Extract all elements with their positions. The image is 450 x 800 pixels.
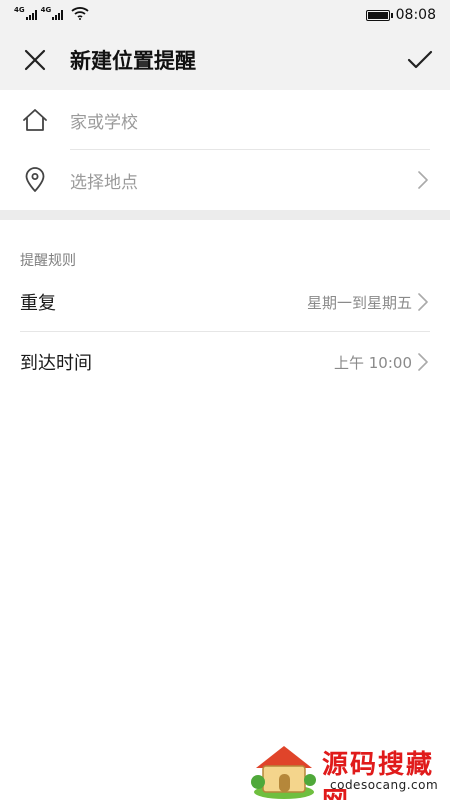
signal-1: 4G	[14, 6, 37, 20]
network-type-2: 4G	[40, 6, 52, 14]
signal-bars-icon	[52, 10, 64, 20]
watermark: 源码搜藏网 codesocang.com	[248, 738, 448, 800]
rules-section: 提醒规则 重复 星期一到星期五 到达时间 上午 10:00	[0, 220, 450, 392]
chevron-right-icon	[418, 171, 428, 189]
chevron-right-icon	[418, 293, 428, 311]
arrival-time-value: 上午 10:00	[334, 353, 412, 372]
repeat-value: 星期一到星期五	[306, 293, 412, 312]
home-icon	[0, 108, 70, 132]
rules-section-title: 提醒规则	[20, 253, 76, 269]
choose-place-row[interactable]: 选择地点	[0, 150, 450, 210]
status-bar: 4G 4G 08:08	[0, 0, 450, 30]
repeat-row[interactable]: 重复 星期一到星期五	[0, 272, 450, 332]
clock: 08:08	[395, 7, 436, 23]
battery-icon	[365, 9, 393, 21]
signal-bars-icon	[25, 10, 37, 20]
battery-level	[367, 11, 388, 19]
page-title: 新建位置提醒	[70, 49, 196, 73]
location-name-field[interactable]: 家或学校	[0, 90, 450, 150]
app-bar: 新建位置提醒	[0, 30, 450, 90]
location-section: 家或学校 选择地点	[0, 90, 450, 210]
location-pin-icon	[0, 167, 70, 193]
repeat-label: 重复	[20, 293, 56, 314]
chevron-right-icon	[418, 353, 428, 371]
status-right: 08:08	[365, 7, 436, 23]
arrival-time-row[interactable]: 到达时间 上午 10:00	[0, 332, 450, 392]
check-icon	[407, 50, 433, 69]
watermark-url: codesocang.com	[330, 778, 439, 792]
screen: 4G 4G 08:08 新建位置提醒 家或学校 选择地点 提醒规则 重复 星期一…	[0, 0, 450, 800]
location-name-placeholder: 家或学校	[70, 112, 138, 133]
close-button[interactable]	[0, 30, 70, 90]
network-type-1: 4G	[14, 6, 25, 14]
section-gap	[0, 210, 450, 220]
signal-2: 4G	[41, 6, 64, 20]
wifi-icon	[71, 6, 89, 24]
watermark-house-icon	[251, 746, 316, 799]
arrival-time-label: 到达时间	[20, 353, 92, 374]
confirm-button[interactable]	[390, 30, 450, 90]
choose-place-placeholder: 选择地点	[70, 172, 138, 193]
close-icon	[24, 49, 46, 71]
